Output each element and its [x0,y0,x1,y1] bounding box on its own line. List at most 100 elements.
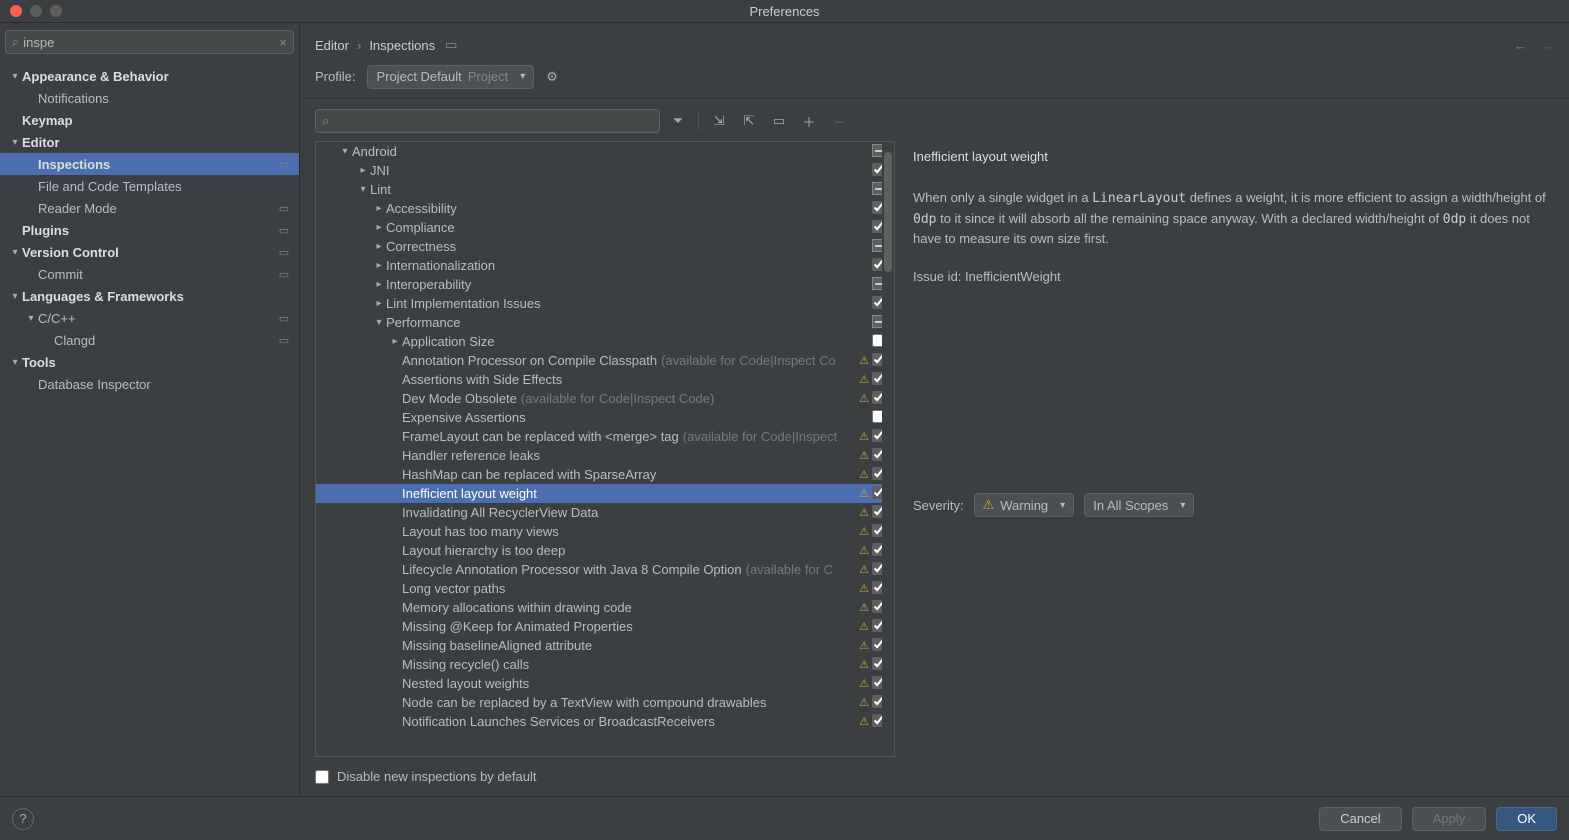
sidebar-item-appearance-behavior[interactable]: Appearance & Behavior [0,65,299,87]
sidebar-item-editor[interactable]: Editor [0,131,299,153]
disable-new-inspections-checkbox[interactable] [315,770,329,784]
inspection-expensive-assertions[interactable]: Expensive Assertions [316,408,894,427]
ok-button[interactable]: OK [1496,807,1557,831]
disable-new-inspections-row: Disable new inspections by default [300,757,1569,796]
close-window-button[interactable] [10,5,22,17]
inspection-label: Long vector paths [402,581,856,596]
inspection-performance[interactable]: Performance [316,313,894,332]
sidebar-item-reader-mode[interactable]: Reader Mode▭ [0,197,299,219]
settings-search[interactable]: ⌕ × [5,30,294,54]
sidebar-item-notifications[interactable]: Notifications [0,87,299,109]
apply-button[interactable]: Apply [1412,807,1487,831]
scope-select[interactable]: In All Scopes ▾ [1084,493,1194,517]
inspection-label: Nested layout weights [402,676,856,691]
reset-icon[interactable]: ▭ [767,109,791,133]
sidebar-item-commit[interactable]: Commit▭ [0,263,299,285]
inspection-layout-hierarchy-is-too-deep[interactable]: Layout hierarchy is too deep⚠ [316,541,894,560]
inspection-notification-launches-services-or-broadcastreceivers[interactable]: Notification Launches Services or Broadc… [316,712,894,731]
sidebar-item-file-and-code-templates[interactable]: File and Code Templates [0,175,299,197]
inspection-lifecycle-annotation-processor-with-java-8-compile-option[interactable]: Lifecycle Annotation Processor with Java… [316,560,894,579]
availability-note: (available for C [746,562,833,577]
inspection-jni[interactable]: JNI [316,161,894,180]
inspection-label: Internationalization [386,258,856,273]
settings-tree[interactable]: Appearance & BehaviorNotifications Keymap… [0,61,299,796]
clear-search-icon[interactable]: × [279,35,287,50]
severity-select[interactable]: ⚠ Warning ▾ [974,493,1075,517]
inspections-tree[interactable]: AndroidJNILintAccessibilityComplianceCor… [316,142,894,756]
inspection-missing-recycle-calls[interactable]: Missing recycle() calls⚠ [316,655,894,674]
inspection-handler-reference-leaks[interactable]: Handler reference leaks⚠ [316,446,894,465]
sidebar-item-clangd[interactable]: Clangd▭ [0,329,299,351]
breadcrumb-root[interactable]: Editor [315,38,349,53]
inspection-node-can-be-replaced-by-a-textview-with-compound-drawables[interactable]: Node can be replaced by a TextView with … [316,693,894,712]
availability-note: (available for Code|Inspect Co [661,353,836,368]
inspection-layout-has-too-many-views[interactable]: Layout has too many views⚠ [316,522,894,541]
inspection-memory-allocations-within-drawing-code[interactable]: Memory allocations within drawing code⚠ [316,598,894,617]
sidebar-item-inspections[interactable]: Inspections▭ [0,153,299,175]
inspection-missing-baselinealigned-attribute[interactable]: Missing baselineAligned attribute⚠ [316,636,894,655]
maximize-window-button[interactable] [50,5,62,17]
inspection-assertions-with-side-effects[interactable]: Assertions with Side Effects⚠ [316,370,894,389]
inspection-annotation-processor-on-compile-classpath[interactable]: Annotation Processor on Compile Classpat… [316,351,894,370]
nav-back-icon[interactable]: ← [1514,38,1527,53]
inspection-framelayout-can-be-replaced-with-merge-tag[interactable]: FrameLayout can be replaced with <merge>… [316,427,894,446]
sidebar-item-c-c-[interactable]: C/C++▭ [0,307,299,329]
cancel-button[interactable]: Cancel [1319,807,1401,831]
warning-icon: ⚠ [856,525,872,538]
inspection-inefficient-layout-weight[interactable]: Inefficient layout weight⚠ [316,484,894,503]
inspection-missing-keep-for-animated-properties[interactable]: Missing @Keep for Animated Properties⚠ [316,617,894,636]
help-button[interactable]: ? [12,808,34,830]
expand-all-icon[interactable]: ⇲ [707,109,731,133]
scrollbar[interactable] [882,142,894,756]
gear-icon[interactable]: ⚙ [546,69,558,85]
inspections-search-input[interactable] [333,114,653,129]
sidebar-item-keymap[interactable]: Keymap [0,109,299,131]
inspection-hashmap-can-be-replaced-with-sparsearray[interactable]: HashMap can be replaced with SparseArray… [316,465,894,484]
nav-forward-icon[interactable]: → [1541,38,1554,53]
inspections-search[interactable]: ⌕ [315,109,660,133]
inspection-long-vector-paths[interactable]: Long vector paths⚠ [316,579,894,598]
project-badge-icon: ▭ [277,157,291,171]
inspection-label: HashMap can be replaced with SparseArray [402,467,856,482]
sidebar-item-languages-frameworks[interactable]: Languages & Frameworks [0,285,299,307]
scroll-thumb[interactable] [884,152,892,272]
remove-icon[interactable]: － [827,109,851,133]
chevron-down-icon: ▾ [520,71,525,82]
tree-arrow-icon [356,165,370,176]
profile-select[interactable]: Project Default Project ▾ [367,65,534,89]
search-icon: ⌕ [12,34,19,50]
inspection-label: FrameLayout can be replaced with <merge>… [402,429,856,444]
sidebar-item-label: Keymap [22,113,291,128]
minimize-window-button[interactable] [30,5,42,17]
collapse-all-icon[interactable]: ⇱ [737,109,761,133]
inspection-correctness[interactable]: Correctness [316,237,894,256]
inspection-label: Dev Mode Obsolete(available for Code|Ins… [402,391,856,406]
inspection-label: Invalidating All RecyclerView Data [402,505,856,520]
inspection-invalidating-all-recyclerview-data[interactable]: Invalidating All RecyclerView Data⚠ [316,503,894,522]
inspection-nested-layout-weights[interactable]: Nested layout weights⚠ [316,674,894,693]
inspection-application-size[interactable]: Application Size [316,332,894,351]
inspection-compliance[interactable]: Compliance [316,218,894,237]
sidebar-item-plugins[interactable]: Plugins▭ [0,219,299,241]
tree-arrow-icon [372,279,386,290]
inspection-dev-mode-obsolete[interactable]: Dev Mode Obsolete(available for Code|Ins… [316,389,894,408]
project-badge-icon: ▭ [277,333,291,347]
inspection-android[interactable]: Android [316,142,894,161]
settings-search-input[interactable] [23,35,279,50]
chevron-right-icon: › [357,38,361,53]
filter-icon[interactable]: ⏷ [666,109,690,133]
inspection-lint[interactable]: Lint [316,180,894,199]
add-icon[interactable]: ＋ [797,109,821,133]
inspection-lint-implementation-issues[interactable]: Lint Implementation Issues [316,294,894,313]
detail-body: When only a single widget in a LinearLay… [913,188,1554,249]
detail-title: Inefficient layout weight [913,149,1554,164]
tree-arrow-icon [8,247,22,258]
sidebar-item-tools[interactable]: Tools [0,351,299,373]
inspection-accessibility[interactable]: Accessibility [316,199,894,218]
sidebar-item-database-inspector[interactable]: Database Inspector [0,373,299,395]
inspection-internationalization[interactable]: Internationalization [316,256,894,275]
sidebar-item-version-control[interactable]: Version Control▭ [0,241,299,263]
tree-arrow-icon [24,313,38,324]
breadcrumb: Editor › Inspections ▭ ← → [300,23,1569,67]
inspection-interoperability[interactable]: Interoperability [316,275,894,294]
